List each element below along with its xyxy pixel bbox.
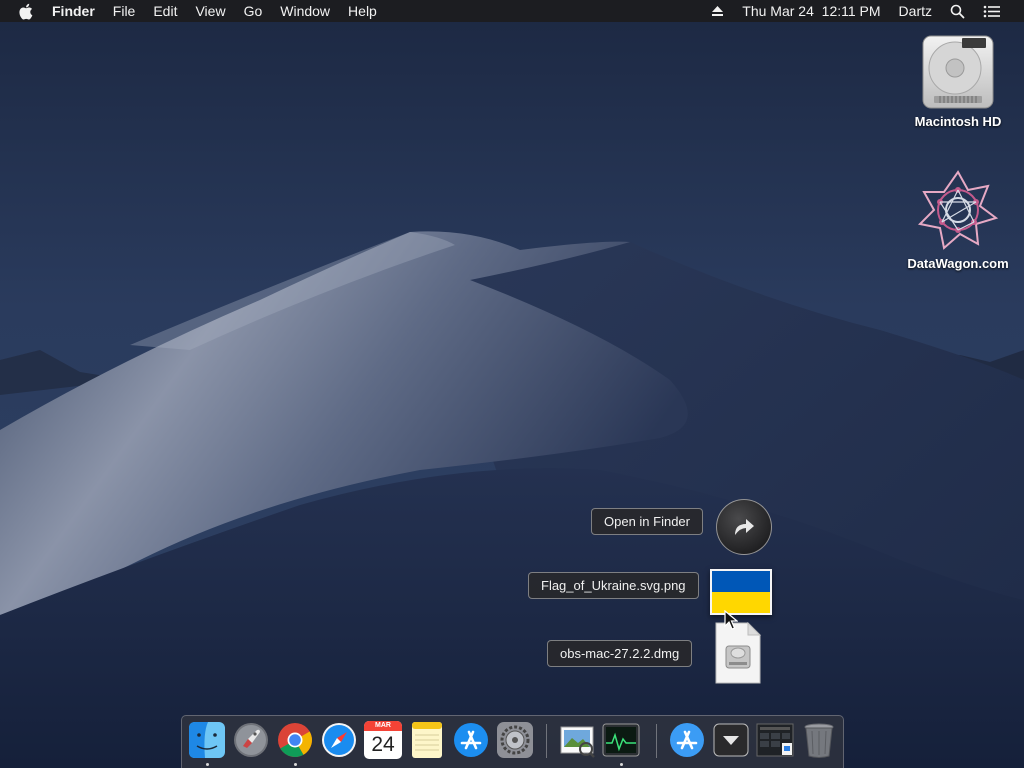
menu-bar: Finder File Edit View Go Window Help Thu… [0,0,1024,22]
curved-arrow-icon [735,519,754,535]
desktop-icon-label: Macintosh HD [914,114,1002,129]
flag-yellow-band [712,592,770,613]
notification-center-icon[interactable] [974,5,1010,18]
menu-window[interactable]: Window [271,0,339,22]
ukraine-flag-thumbnail-icon[interactable] [710,569,772,615]
flag-blue-band [712,571,770,592]
safari-icon[interactable] [320,721,358,759]
menu-file[interactable]: File [104,0,145,22]
desktop-icon-datawagon[interactable]: DataWagon.com [898,168,1018,271]
desktop-icon-macintosh-hd[interactable]: Macintosh HD [898,32,1018,129]
finder-icon[interactable] [188,721,226,759]
activity-monitor-icon[interactable] [602,721,640,759]
menu-view[interactable]: View [186,0,234,22]
app-store-icon[interactable] [452,721,490,759]
calendar-month: MAR [364,721,402,731]
clock[interactable]: Thu Mar 24 12:11 PM [733,0,889,22]
documents-stack-icon[interactable] [756,721,794,759]
hard-drive-icon [922,35,994,109]
calendar-day: 24 [371,733,395,756]
stack-file-label[interactable]: obs-mac-27.2.2.dmg [547,640,693,667]
running-indicator [206,763,209,766]
dock: MAR 24 [181,715,844,768]
eject-icon[interactable] [702,5,733,17]
spotlight-search-icon[interactable] [941,4,974,19]
system-preferences-icon[interactable] [496,721,534,759]
desktop-icon-label: DataWagon.com [907,256,1009,271]
dock-separator [546,724,547,758]
menu-go[interactable]: Go [235,0,272,22]
trash-icon[interactable] [800,721,838,759]
desktop-wallpaper [0,0,1024,768]
disk-image-icon[interactable] [714,622,762,684]
launchpad-icon[interactable] [232,721,270,759]
running-indicator [294,763,297,766]
menu-help[interactable]: Help [339,0,386,22]
desktop[interactable]: Finder File Edit View Go Window Help Thu… [0,0,1024,768]
running-indicator [620,763,623,766]
applications-folder-icon[interactable] [668,721,706,759]
calendar-icon[interactable]: MAR 24 [364,721,402,759]
dock-separator [656,724,657,758]
preview-icon[interactable] [558,721,596,759]
downloads-stack-icon[interactable] [712,721,750,759]
chrome-icon[interactable] [276,721,314,759]
menu-finder[interactable]: Finder [43,0,104,22]
notes-icon[interactable] [408,721,446,759]
user-menu[interactable]: Dartz [890,0,941,22]
open-in-finder-button[interactable] [716,499,772,555]
apple-menu-icon[interactable] [0,3,43,20]
stack-file-label[interactable]: Flag_of_Ukraine.svg.png [528,572,699,599]
mouse-pointer-icon [724,610,738,630]
menu-edit[interactable]: Edit [144,0,186,22]
datawagon-logo-icon [917,170,999,250]
open-in-finder-label[interactable]: Open in Finder [591,508,703,535]
